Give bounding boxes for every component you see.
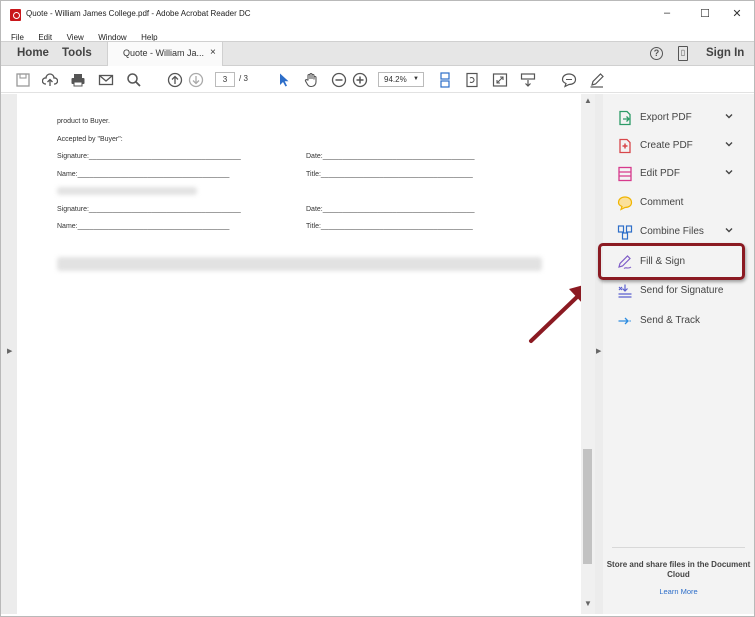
tab-home[interactable]: Home [17,47,49,59]
tab-bar: Home Tools Quote - William Ja... × ? ▯ S… [1,41,754,66]
comment-tool-icon[interactable] [561,72,577,88]
window-title: Quote - William James College.pdf - Adob… [26,9,251,18]
doc-name-line: Name:___________________________________… [57,171,230,178]
mobile-link-icon[interactable]: ▯ [678,46,688,61]
tools-pane: Export PDF Create PDF Edit PDF Comment C… [603,94,754,614]
title-bar: Quote - William James College.pdf - Adob… [1,1,754,27]
tool-export-pdf[interactable]: Export PDF [603,104,754,132]
send-signature-icon [618,284,632,298]
chevron-down-icon[interactable] [725,168,733,176]
zoom-level-value: 94.2% [384,75,407,84]
chevron-down-icon: ▼ [413,76,419,82]
tool-label: Send & Track [640,315,701,326]
tool-create-pdf[interactable]: Create PDF [603,132,754,160]
tool-label: Combine Files [640,226,704,237]
read-mode-icon[interactable] [520,72,536,88]
tool-label: Comment [640,197,684,208]
upload-cloud-icon[interactable] [41,72,59,88]
tool-label: Create PDF [640,140,693,151]
collapse-right-arrow-icon: ▶ [596,348,602,355]
right-pane-toggle[interactable]: ▶ [595,94,603,614]
full-screen-icon[interactable] [492,72,508,88]
scroll-down-icon[interactable]: ▼ [584,599,592,608]
minimize-button[interactable]: – [657,7,677,19]
zoom-in-icon[interactable] [352,72,368,88]
tool-combine-files[interactable]: Combine Files [603,218,754,246]
redacted-text [57,257,542,271]
maximize-button[interactable]: ☐ [695,7,715,20]
toolbar: 3 / 3 94.2% ▼ [1,67,754,93]
fill-sign-highlight-box [598,243,745,280]
tool-label: Edit PDF [640,168,681,179]
tool-send-for-signature[interactable]: Send for Signature [603,277,754,305]
menu-bar: File Edit View Window Help [1,27,754,42]
page-total: / 3 [239,74,248,83]
doc-name-line: Name:___________________________________… [57,223,230,230]
scroll-up-icon[interactable]: ▲ [584,96,592,105]
document-cloud-promo: Store and share files in the Document Cl… [606,560,751,579]
doc-text-line: product to Buyer. [57,118,110,125]
doc-text-line: Accepted by "Buyer": [57,136,123,143]
acrobat-app-icon [10,9,21,21]
tool-label: Export PDF [640,112,692,123]
scrolling-mode-icon[interactable] [437,72,453,88]
edit-pdf-icon [618,166,632,182]
next-page-icon[interactable] [188,72,204,88]
zoom-out-icon[interactable] [331,72,347,88]
page-number-input[interactable]: 3 [215,72,235,87]
chevron-down-icon[interactable] [725,112,733,120]
save-icon[interactable] [15,72,31,88]
doc-signature-line: Signature:______________________________… [57,206,241,213]
panel-divider [612,547,745,548]
email-icon[interactable] [98,72,114,88]
search-icon[interactable] [126,72,142,88]
rotate-icon[interactable] [464,72,480,88]
select-cursor-icon[interactable] [276,72,292,88]
combine-files-icon [617,225,633,240]
doc-signature-line: Signature:______________________________… [57,153,241,160]
highlight-pen-icon[interactable] [589,72,605,88]
export-pdf-icon [619,110,631,126]
comment-icon [617,196,633,211]
expand-left-arrow-icon: ▶ [7,348,13,355]
learn-more-link[interactable]: Learn More [603,587,754,596]
zoom-level-select[interactable]: 94.2% ▼ [378,72,424,87]
close-button[interactable]: ✕ [727,7,747,20]
document-tab-label: Quote - William Ja... [123,48,205,58]
tool-send-track[interactable]: Send & Track [603,307,754,335]
chevron-down-icon[interactable] [725,140,733,148]
help-icon[interactable]: ? [650,47,663,60]
left-nav-pane-toggle[interactable]: ▶ [1,94,17,614]
tab-document[interactable]: Quote - William Ja... × [107,42,223,66]
doc-date-line: Date:___________________________________… [306,153,475,160]
tool-label: Send for Signature [640,285,724,296]
sign-in-button[interactable]: Sign In [706,47,744,59]
hand-tool-icon[interactable] [303,72,319,88]
scroll-thumb[interactable] [583,449,592,564]
doc-title-line: Title:__________________________________… [306,223,473,230]
tool-edit-pdf[interactable]: Edit PDF [603,160,754,188]
tab-tools[interactable]: Tools [62,47,92,59]
doc-title-line: Title:__________________________________… [306,171,473,178]
document-viewport[interactable]: product to Buyer. Accepted by "Buyer": S… [17,94,591,614]
tool-comment[interactable]: Comment [603,189,754,217]
acrobat-window: Quote - William James College.pdf - Adob… [0,0,755,617]
close-tab-icon[interactable]: × [210,47,216,58]
redacted-text [57,187,197,195]
vertical-scrollbar[interactable]: ▲ ▼ [581,94,595,614]
chevron-down-icon[interactable] [725,226,733,234]
doc-date-line: Date:___________________________________… [306,206,475,213]
create-pdf-icon [619,138,631,154]
send-track-icon [618,317,632,325]
print-icon[interactable] [70,72,86,88]
previous-page-icon[interactable] [167,72,183,88]
